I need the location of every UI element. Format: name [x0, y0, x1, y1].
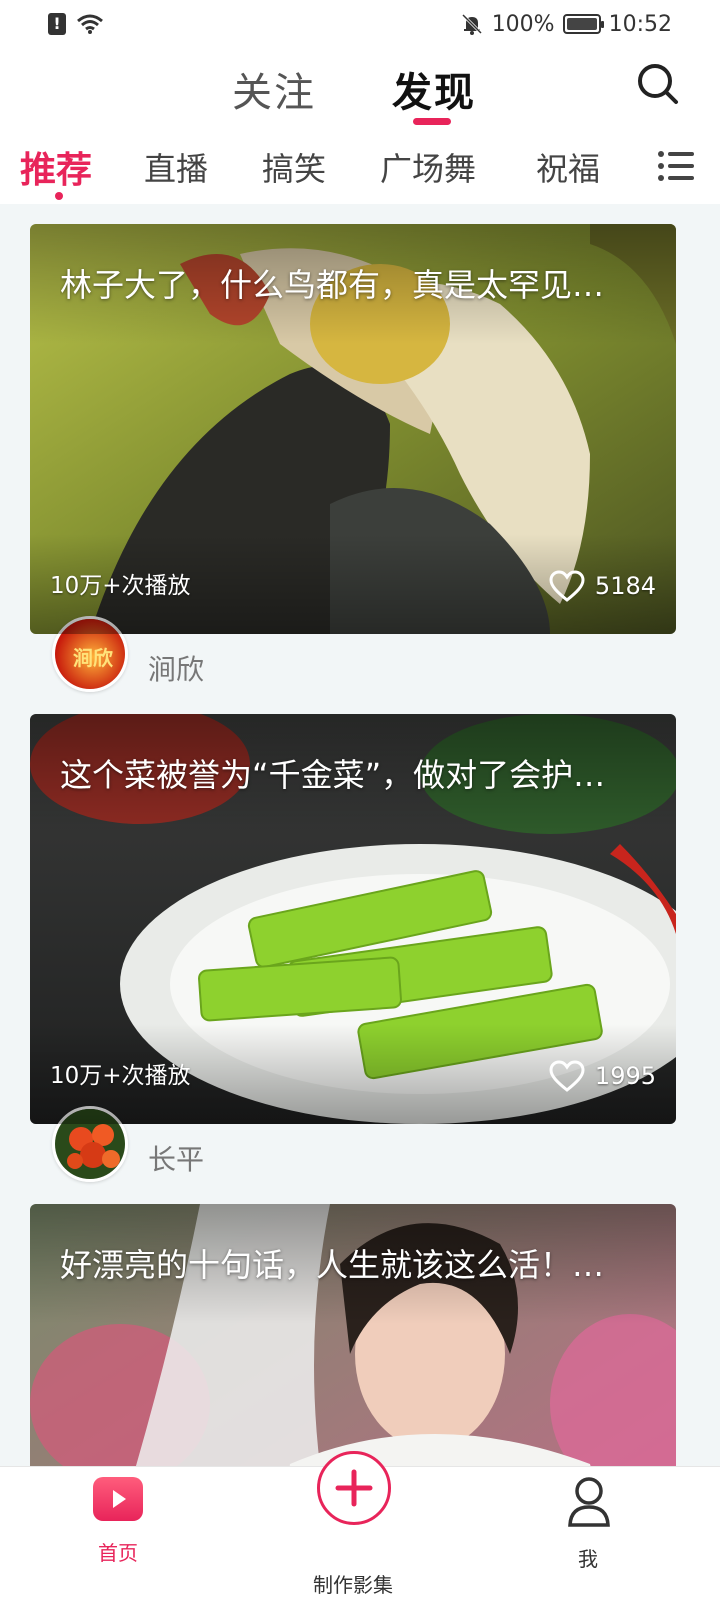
- search-icon[interactable]: [634, 60, 682, 108]
- tab-follow[interactable]: 关注: [232, 60, 316, 118]
- active-tab-indicator: [413, 118, 451, 125]
- clock: 10:52: [608, 11, 672, 37]
- video-card[interactable]: 好漂亮的十句话，人生就该这么活！…: [30, 1204, 676, 1466]
- svg-text:涧欣: 涧欣: [73, 646, 113, 670]
- nav-create[interactable]: 制作影集: [273, 1451, 433, 1600]
- active-category-dot: [55, 192, 63, 200]
- status-bar: ! 100% 10:52: [0, 0, 720, 48]
- video-title[interactable]: 好漂亮的十句话，人生就该这么活！…: [60, 1240, 650, 1286]
- category-blessing[interactable]: 祝福: [536, 144, 600, 190]
- bottom-nav: 首页 制作影集 我: [0, 1451, 720, 1600]
- wifi-icon: [77, 14, 103, 34]
- like-count: 5184: [594, 572, 656, 600]
- video-card[interactable]: 林子大了，什么鸟都有，真是太罕见… 10万+次播放 5184 涧欣 涧欣: [30, 224, 676, 714]
- top-header: 关注 发现: [0, 48, 720, 130]
- category-clip: 祝福: [530, 130, 610, 204]
- author-name[interactable]: 涧欣: [148, 648, 204, 688]
- app-root: ! 100% 10:52 关注 发现 推荐 直播 搞笑 广场舞 祝福 林子大了，…: [0, 0, 720, 1600]
- nav-me[interactable]: 我: [508, 1467, 668, 1600]
- like-count: 1995: [594, 1062, 656, 1090]
- author-row[interactable]: 长平: [30, 1106, 676, 1204]
- video-title[interactable]: 林子大了，什么鸟都有，真是太罕见…: [60, 260, 650, 306]
- video-thumbnail[interactable]: 林子大了，什么鸟都有，真是太罕见… 10万+次播放 5184: [30, 224, 676, 634]
- bell-muted-icon: [461, 13, 482, 35]
- category-square-dance[interactable]: 广场舞: [380, 144, 476, 190]
- battery-icon: [562, 14, 604, 34]
- video-thumbnail[interactable]: 好漂亮的十句话，人生就该这么活！…: [30, 1204, 676, 1466]
- like-count-group[interactable]: 1995: [549, 1060, 656, 1092]
- plus-icon: [335, 1469, 373, 1507]
- tab-discover[interactable]: 发现: [392, 60, 476, 118]
- heart-icon[interactable]: [549, 570, 585, 602]
- sim-alert-icon: !: [48, 13, 66, 35]
- category-recommend[interactable]: 推荐: [20, 141, 92, 193]
- nav-create-label: 制作影集: [313, 1573, 393, 1597]
- nav-me-label: 我: [578, 1547, 598, 1571]
- video-thumbnail[interactable]: 这个菜被誉为“千金菜”，做对了会护… 10万+次播放 1995: [30, 714, 676, 1124]
- status-right: 100% 10:52: [460, 12, 672, 37]
- video-feed[interactable]: 林子大了，什么鸟都有，真是太罕见… 10万+次播放 5184 涧欣 涧欣 这个菜…: [0, 204, 720, 1466]
- category-bar: 推荐 直播 搞笑 广场舞 祝福: [0, 130, 720, 204]
- heart-icon[interactable]: [549, 1060, 585, 1092]
- video-card[interactable]: 这个菜被誉为“千金菜”，做对了会护… 10万+次播放 1995 长平: [30, 714, 676, 1204]
- author-row[interactable]: 涧欣 涧欣: [30, 616, 676, 714]
- author-name[interactable]: 长平: [148, 1138, 204, 1178]
- category-live[interactable]: 直播: [144, 144, 208, 190]
- category-funny[interactable]: 搞笑: [262, 144, 326, 190]
- list-menu-icon[interactable]: [656, 146, 696, 186]
- play-home-icon: [93, 1477, 143, 1521]
- status-left: !: [48, 13, 104, 35]
- like-count-group[interactable]: 5184: [549, 570, 656, 602]
- battery-percent: 100%: [491, 11, 555, 37]
- play-count: 10万+次播放: [50, 1063, 191, 1089]
- nav-home-label: 首页: [98, 1541, 138, 1565]
- video-title[interactable]: 这个菜被誉为“千金菜”，做对了会护…: [60, 750, 650, 796]
- play-count: 10万+次播放: [50, 573, 191, 599]
- create-button[interactable]: [317, 1451, 391, 1525]
- user-icon: [568, 1477, 610, 1527]
- nav-home[interactable]: 首页: [38, 1467, 198, 1600]
